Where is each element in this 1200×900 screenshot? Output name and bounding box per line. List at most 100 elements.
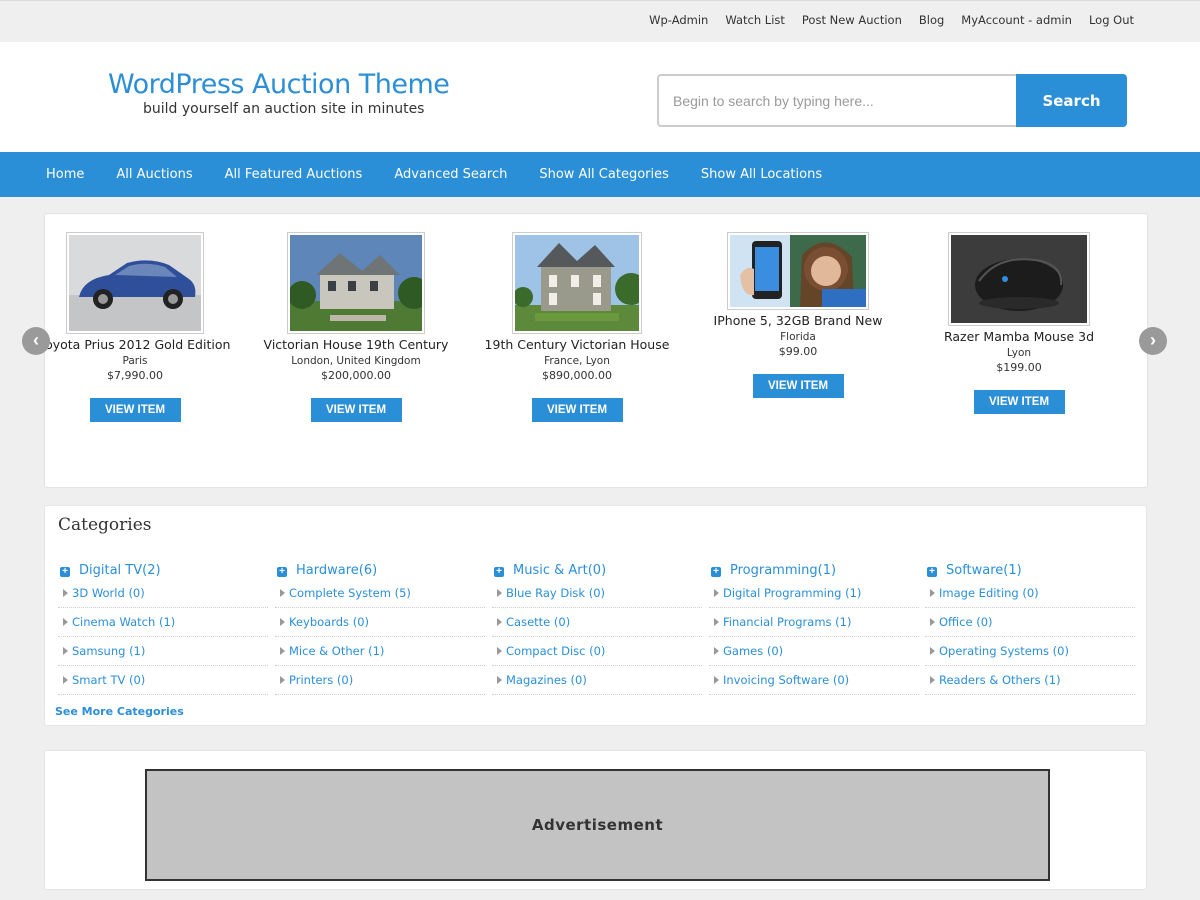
subcategory-label[interactable]: Compact Disc (0) [506, 644, 605, 658]
subcategory-label[interactable]: Financial Programs (1) [723, 615, 851, 629]
subcategory-item[interactable]: Keyboards (0) [275, 608, 485, 637]
subcategory-item[interactable]: Compact Disc (0) [492, 637, 702, 666]
see-more-categories-link[interactable]: See More Categories [55, 705, 184, 718]
top-link-watch-list[interactable]: Watch List [725, 13, 785, 27]
item-location: France, Lyon [544, 355, 610, 367]
category-heading-label[interactable]: Programming(1) [730, 563, 836, 578]
nav-item-home[interactable]: Home [30, 152, 100, 197]
item-thumbnail[interactable] [948, 232, 1090, 326]
subcategory-label[interactable]: Operating Systems (0) [939, 644, 1069, 658]
nav-item-all-featured-auctions[interactable]: All Featured Auctions [209, 152, 379, 197]
subcategory-label[interactable]: Casette (0) [506, 615, 570, 629]
subcategory-label[interactable]: Cinema Watch (1) [72, 615, 175, 629]
category-heading[interactable]: + Music & Art(0) [494, 562, 702, 578]
subcategory-item[interactable]: Complete System (5) [275, 579, 485, 608]
category-heading-label[interactable]: Hardware(6) [296, 563, 377, 578]
category-heading-label[interactable]: Music & Art(0) [513, 563, 606, 578]
expand-plus-icon[interactable]: + [60, 566, 70, 577]
arrow-right-icon [63, 647, 68, 655]
expand-plus-icon[interactable]: + [927, 566, 937, 577]
expand-plus-icon[interactable]: + [494, 566, 504, 577]
subcategory-item[interactable]: Readers & Others (1) [925, 666, 1135, 695]
category-heading-label[interactable]: Digital TV(2) [79, 563, 161, 578]
site-title[interactable]: WordPress Auction Theme [108, 69, 450, 100]
nav-item-show-all-locations[interactable]: Show All Locations [685, 152, 838, 197]
category-heading[interactable]: + Programming(1) [711, 562, 919, 578]
search-input[interactable] [657, 74, 1019, 127]
subcategory-label[interactable]: Digital Programming (1) [723, 586, 861, 600]
view-item-button[interactable]: VIEW ITEM [531, 398, 623, 422]
subcategory-label[interactable]: 3D World (0) [72, 586, 145, 600]
subcategory-label[interactable]: Magazines (0) [506, 673, 587, 687]
item-location: Lyon [1006, 347, 1032, 359]
subcategory-item[interactable]: Cinema Watch (1) [58, 608, 268, 637]
arrow-right-icon [280, 589, 285, 597]
expand-plus-icon[interactable]: + [277, 566, 287, 577]
item-name[interactable]: Toyota Prius 2012 Gold Edition [35, 337, 235, 352]
subcategory-item[interactable]: Magazines (0) [492, 666, 702, 695]
category-heading[interactable]: + Hardware(6) [277, 562, 485, 578]
top-link-blog[interactable]: Blog [919, 13, 944, 27]
carousel-next-icon[interactable]: › [1139, 327, 1167, 355]
subcategory-label[interactable]: Invoicing Software (0) [723, 673, 849, 687]
subcategory-item[interactable]: Operating Systems (0) [925, 637, 1135, 666]
carousel-item: IPhone 5, 32GB Brand New Florida $99.00 … [698, 232, 898, 398]
category-heading[interactable]: + Software(1) [927, 562, 1135, 578]
nav-item-advanced-search[interactable]: Advanced Search [378, 152, 523, 197]
nav-item-all-auctions[interactable]: All Auctions [100, 152, 208, 197]
subcategory-label[interactable]: Blue Ray Disk (0) [506, 586, 605, 600]
top-link-post-new-auction[interactable]: Post New Auction [802, 13, 902, 27]
subcategory-label[interactable]: Keyboards (0) [289, 615, 369, 629]
view-item-button[interactable]: VIEW ITEM [310, 398, 402, 422]
item-name[interactable]: Razer Mamba Mouse 3d [919, 329, 1119, 344]
subcategory-item[interactable]: Digital Programming (1) [709, 579, 919, 608]
arrow-right-icon [714, 618, 719, 626]
top-bar: Wp-Admin Watch List Post New Auction Blo… [0, 0, 1200, 42]
subcategory-item[interactable]: Samsung (1) [58, 637, 268, 666]
advertisement-panel: Advertisement [44, 750, 1147, 890]
top-link-log-out[interactable]: Log Out [1089, 13, 1134, 27]
subcategory-item[interactable]: Smart TV (0) [58, 666, 268, 695]
subcategory-label[interactable]: Image Editing (0) [939, 586, 1039, 600]
advertisement-banner[interactable]: Advertisement [145, 769, 1050, 881]
subcategory-item[interactable]: Mice & Other (1) [275, 637, 485, 666]
item-name[interactable]: Victorian House 19th Century [256, 337, 456, 352]
subcategory-label[interactable]: Readers & Others (1) [939, 673, 1061, 687]
subcategory-item[interactable]: Games (0) [709, 637, 919, 666]
item-thumbnail[interactable] [66, 232, 204, 334]
nav-item-show-all-categories[interactable]: Show All Categories [523, 152, 685, 197]
subcategory-item[interactable]: Invoicing Software (0) [709, 666, 919, 695]
view-item-button[interactable]: VIEW ITEM [973, 390, 1065, 414]
subcategory-label[interactable]: Samsung (1) [72, 644, 145, 658]
category-heading-label[interactable]: Software(1) [946, 563, 1022, 578]
subcategory-item[interactable]: Casette (0) [492, 608, 702, 637]
subcategory-item[interactable]: 3D World (0) [58, 579, 268, 608]
subcategory-label[interactable]: Office (0) [939, 615, 993, 629]
search-button[interactable]: Search [1016, 74, 1127, 127]
subcategory-item[interactable]: Printers (0) [275, 666, 485, 695]
item-thumbnail[interactable] [287, 232, 425, 334]
subcategory-label[interactable]: Games (0) [723, 644, 783, 658]
subcategory-label[interactable]: Mice & Other (1) [289, 644, 384, 658]
view-item-button[interactable]: VIEW ITEM [752, 374, 844, 398]
subcategory-item[interactable]: Financial Programs (1) [709, 608, 919, 637]
item-name[interactable]: IPhone 5, 32GB Brand New [698, 313, 898, 328]
view-item-button[interactable]: VIEW ITEM [89, 398, 181, 422]
subcategory-label[interactable]: Smart TV (0) [72, 673, 145, 687]
expand-plus-icon[interactable]: + [711, 566, 721, 577]
carousel-prev-icon[interactable]: ‹ [22, 327, 50, 355]
category-column: + Music & Art(0) Blue Ray Disk (0) Caset… [492, 562, 702, 695]
subcategory-item[interactable]: Office (0) [925, 608, 1135, 637]
top-link-my-account[interactable]: MyAccount - admin [961, 13, 1072, 27]
subcategory-item[interactable]: Blue Ray Disk (0) [492, 579, 702, 608]
subcategory-item[interactable]: Image Editing (0) [925, 579, 1135, 608]
subcategory-label[interactable]: Printers (0) [289, 673, 353, 687]
main-nav: Home All Auctions All Featured Auctions … [0, 152, 1200, 197]
top-link-wp-admin[interactable]: Wp-Admin [649, 13, 708, 27]
item-thumbnail[interactable] [727, 232, 869, 310]
item-thumbnail[interactable] [512, 232, 642, 334]
arrow-right-icon [714, 647, 719, 655]
item-name[interactable]: 19th Century Victorian House [477, 337, 677, 352]
category-heading[interactable]: + Digital TV(2) [60, 562, 268, 578]
subcategory-label[interactable]: Complete System (5) [289, 586, 411, 600]
